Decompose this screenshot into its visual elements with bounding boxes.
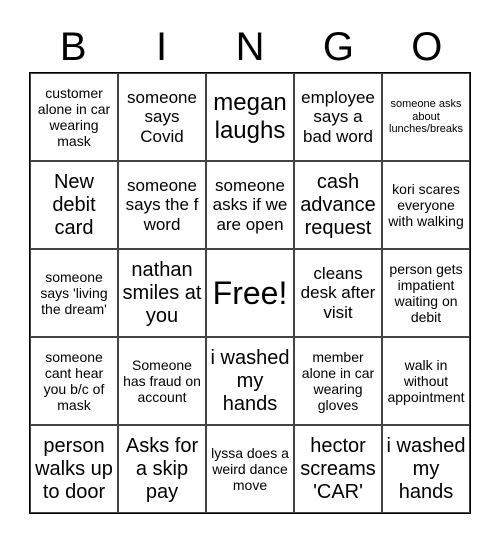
bingo-cell[interactable]: nathan smiles at you (118, 249, 206, 337)
bingo-grid: customer alone in car wearing mask someo… (29, 72, 471, 514)
free-space-cell[interactable]: Free! (206, 249, 294, 337)
header-letter-n: N (235, 25, 265, 69)
bingo-cell[interactable]: megan laughs (206, 73, 294, 161)
bingo-cell[interactable]: someone cant hear you b/c of mask (30, 337, 118, 425)
bingo-header: B I N G O (29, 22, 471, 72)
bingo-cell[interactable]: Someone has fraud on account (118, 337, 206, 425)
bingo-cell[interactable]: cleans desk after visit (294, 249, 382, 337)
header-letter-g: G (322, 25, 354, 69)
bingo-cell[interactable]: employee says a bad word (294, 73, 382, 161)
bingo-cell[interactable]: walk in without appointment (382, 337, 470, 425)
bingo-cell[interactable]: New debit card (30, 161, 118, 249)
bingo-cell[interactable]: someone asks about lunches/breaks (382, 73, 470, 161)
header-letter-i: I (156, 25, 168, 69)
bingo-cell[interactable]: Asks for a skip pay (118, 425, 206, 513)
bingo-cell[interactable]: member alone in car wearing gloves (294, 337, 382, 425)
bingo-cell[interactable]: i washed my hands (206, 337, 294, 425)
bingo-cell[interactable]: person gets impatient waiting on debit (382, 249, 470, 337)
bingo-cell[interactable]: someone says the f word (118, 161, 206, 249)
bingo-cell[interactable]: person walks up to door (30, 425, 118, 513)
bingo-cell[interactable]: customer alone in car wearing mask (30, 73, 118, 161)
bingo-cell[interactable]: i washed my hands (382, 425, 470, 513)
bingo-cell[interactable]: cash advance request (294, 161, 382, 249)
bingo-cell[interactable]: someone says Covid (118, 73, 206, 161)
bingo-cell[interactable]: hector screams 'CAR' (294, 425, 382, 513)
header-letter-b: B (59, 25, 87, 69)
header-letter-o: O (411, 25, 443, 69)
bingo-cell[interactable]: someone asks if we are open (206, 161, 294, 249)
bingo-cell[interactable]: someone says 'living the dream' (30, 249, 118, 337)
bingo-cell[interactable]: lyssa does a weird dance move (206, 425, 294, 513)
bingo-cell[interactable]: kori scares everyone with walking (382, 161, 470, 249)
